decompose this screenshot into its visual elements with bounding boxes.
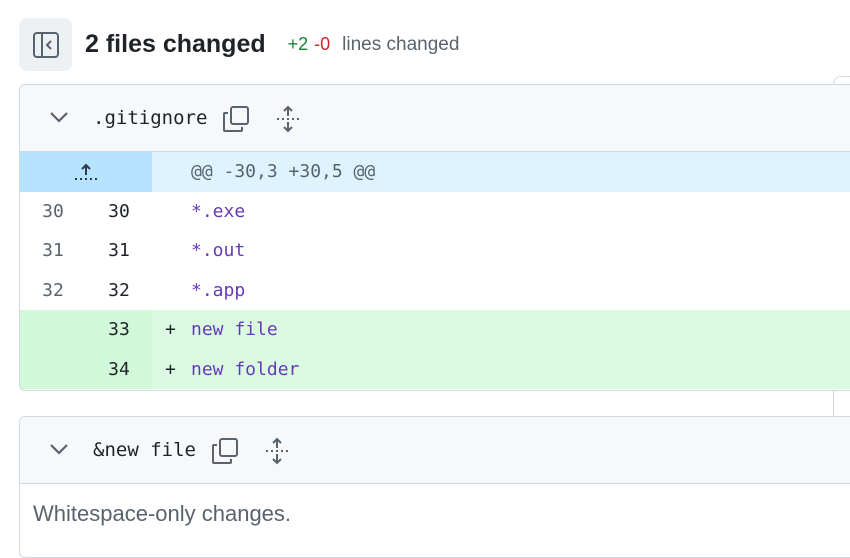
hunk-header: @@ -30,3 +30,5 @@ xyxy=(191,161,376,183)
expand-up-icon xyxy=(75,163,97,180)
old-line-number[interactable]: 30 xyxy=(20,201,86,222)
new-line-number[interactable]: 32 xyxy=(86,280,152,301)
file-header: &new file xyxy=(20,417,850,484)
file-name[interactable]: &new file xyxy=(93,439,196,461)
file-diff-new-file: &new file Whitespace-only changes. xyxy=(19,416,850,558)
expand-all-icon[interactable] xyxy=(264,437,290,465)
diff-line-added: 34 + new folder xyxy=(20,349,850,389)
line-code: new file xyxy=(191,319,278,341)
whitespace-only-message: Whitespace-only changes. xyxy=(33,501,292,526)
line-code: *.app xyxy=(191,279,246,301)
new-line-number[interactable]: 30 xyxy=(86,201,152,222)
new-line-number[interactable]: 33 xyxy=(86,319,152,340)
chevron-down-icon[interactable] xyxy=(48,109,70,125)
files-changed-title: 2 files changed xyxy=(85,30,266,58)
diff-header: 2 files changed +2 -0 lines changed xyxy=(19,18,839,71)
new-line-number[interactable]: 34 xyxy=(86,359,152,380)
expand-all-icon[interactable] xyxy=(275,105,301,133)
toggle-file-tree-button[interactable] xyxy=(19,18,72,71)
add-sign: + xyxy=(165,319,176,341)
copy-icon[interactable] xyxy=(222,105,250,133)
diff-line: 30 30 *.exe xyxy=(20,192,850,232)
deletions-count: -0 xyxy=(314,34,331,54)
hunk-header-row: @@ -30,3 +30,5 @@ xyxy=(20,152,850,192)
diff-line: 32 32 *.app xyxy=(20,271,850,311)
add-sign: + xyxy=(165,358,176,380)
sidebar-toggle-icon xyxy=(32,31,59,58)
line-code: new folder xyxy=(191,358,300,380)
expand-up-button[interactable] xyxy=(20,152,152,192)
chevron-down-icon[interactable] xyxy=(48,441,70,457)
additions-count: +2 xyxy=(287,34,309,54)
old-line-number[interactable]: 32 xyxy=(20,280,86,301)
old-line-number[interactable]: 31 xyxy=(20,240,86,261)
line-code: *.out xyxy=(191,240,246,262)
file-diff-gitignore: .gitignore @@ -30,3 +30,5 @@ 30 30 *.exe… xyxy=(19,84,850,391)
diff-line-added: 33 + new file xyxy=(20,310,850,350)
file-header: .gitignore xyxy=(20,85,850,152)
file-name[interactable]: .gitignore xyxy=(93,107,207,129)
new-line-number[interactable]: 31 xyxy=(86,240,152,261)
diff-line: 31 31 *.out xyxy=(20,231,850,271)
line-code: *.exe xyxy=(191,200,246,222)
copy-icon[interactable] xyxy=(211,437,239,465)
lines-changed-label: lines changed xyxy=(342,33,460,55)
